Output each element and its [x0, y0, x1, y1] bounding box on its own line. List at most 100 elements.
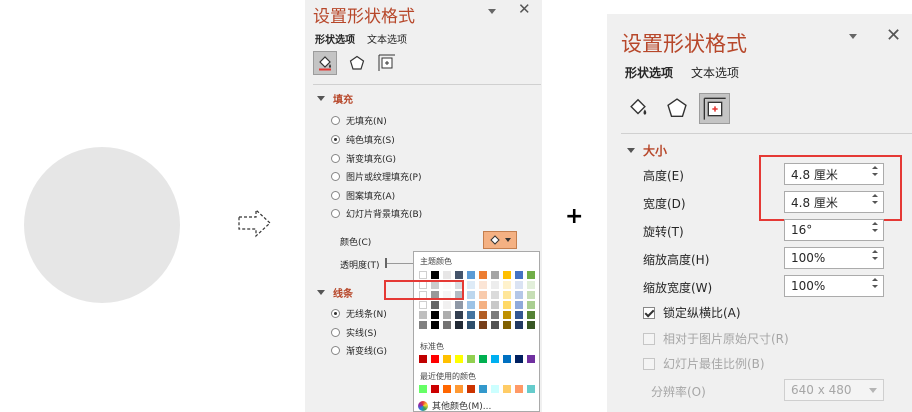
theme-color-swatch[interactable]	[467, 301, 475, 309]
theme-color-swatch[interactable]	[527, 291, 535, 299]
theme-color-swatch[interactable]	[503, 321, 511, 329]
recent-color-swatch[interactable]	[527, 385, 535, 393]
theme-color-swatch[interactable]	[479, 281, 487, 289]
radio-gradient-line[interactable]: 渐变线(G)	[331, 344, 387, 357]
theme-color-swatch[interactable]	[503, 291, 511, 299]
size-properties-icon[interactable]	[699, 93, 730, 124]
more-colors-item[interactable]: 其他颜色(M)...	[418, 399, 491, 412]
standard-color-swatch[interactable]	[419, 355, 427, 363]
line-section-header[interactable]: 线条	[317, 285, 353, 300]
theme-color-swatch[interactable]	[467, 291, 475, 299]
theme-color-swatch[interactable]	[455, 301, 463, 309]
standard-color-swatch[interactable]	[431, 355, 439, 363]
standard-color-swatch[interactable]	[455, 355, 463, 363]
theme-color-swatch[interactable]	[431, 301, 439, 309]
standard-color-swatch[interactable]	[467, 355, 475, 363]
recent-color-swatch[interactable]	[467, 385, 475, 393]
theme-color-swatch[interactable]	[479, 301, 487, 309]
theme-color-swatch[interactable]	[419, 311, 427, 319]
recent-color-swatch[interactable]	[443, 385, 451, 393]
tab-text-options[interactable]: 文本选项	[367, 31, 407, 46]
scale-width-input[interactable]: 100%	[784, 275, 884, 297]
effects-pentagon-icon[interactable]	[345, 51, 369, 75]
transparency-slider-thumb[interactable]	[385, 258, 387, 268]
radio-slide-bg-fill[interactable]: 幻灯片背景填充(B)	[331, 207, 422, 220]
recent-color-swatch[interactable]	[515, 385, 523, 393]
effects-pentagon-icon[interactable]	[662, 93, 692, 123]
close-icon[interactable]: ✕	[886, 27, 901, 45]
theme-color-swatch[interactable]	[491, 301, 499, 309]
recent-color-swatch[interactable]	[491, 385, 499, 393]
theme-color-swatch[interactable]	[527, 311, 535, 319]
theme-color-swatch[interactable]	[479, 291, 487, 299]
close-icon[interactable]: ✕	[518, 2, 531, 17]
theme-color-swatch[interactable]	[479, 271, 487, 279]
fill-line-icon[interactable]	[313, 51, 337, 75]
standard-color-swatch[interactable]	[527, 355, 535, 363]
scale-height-input[interactable]: 100%	[784, 247, 884, 269]
recent-color-swatch[interactable]	[419, 385, 427, 393]
standard-color-swatch[interactable]	[515, 355, 523, 363]
circle-shape[interactable]	[24, 147, 180, 303]
theme-color-swatch[interactable]	[515, 291, 523, 299]
theme-color-swatch[interactable]	[503, 281, 511, 289]
radio-picture-fill[interactable]: 图片或纹理填充(P)	[331, 170, 421, 183]
pane-options-icon[interactable]	[849, 34, 857, 39]
size-properties-icon[interactable]	[375, 51, 399, 75]
theme-color-swatch[interactable]	[527, 281, 535, 289]
theme-color-swatch[interactable]	[503, 311, 511, 319]
theme-color-swatch[interactable]	[515, 271, 523, 279]
theme-color-swatch[interactable]	[467, 281, 475, 289]
theme-color-swatch[interactable]	[491, 321, 499, 329]
standard-color-swatch[interactable]	[503, 355, 511, 363]
theme-color-swatch[interactable]	[455, 311, 463, 319]
theme-color-swatch[interactable]	[419, 321, 427, 329]
theme-color-swatch[interactable]	[467, 311, 475, 319]
radio-no-line[interactable]: 无线条(N)	[331, 307, 387, 320]
theme-color-swatch[interactable]	[527, 271, 535, 279]
tab-shape-options[interactable]: 形状选项	[625, 64, 673, 81]
recent-color-swatch[interactable]	[479, 385, 487, 393]
theme-color-swatch[interactable]	[443, 271, 451, 279]
size-section-header[interactable]: 大小	[627, 142, 667, 159]
fill-line-icon[interactable]	[623, 93, 653, 123]
theme-color-swatch[interactable]	[515, 281, 523, 289]
theme-color-swatch[interactable]	[443, 311, 451, 319]
theme-color-swatch[interactable]	[419, 271, 427, 279]
transparency-slider-track[interactable]	[385, 263, 413, 264]
theme-color-swatch[interactable]	[467, 271, 475, 279]
theme-color-swatch[interactable]	[503, 301, 511, 309]
theme-color-swatch[interactable]	[443, 321, 451, 329]
fill-color-button[interactable]	[483, 231, 517, 249]
theme-color-swatch[interactable]	[455, 321, 463, 329]
theme-color-swatch[interactable]	[515, 301, 523, 309]
theme-color-swatch[interactable]	[491, 291, 499, 299]
radio-gradient-fill[interactable]: 渐变填充(G)	[331, 152, 396, 165]
best-scale-checkbox[interactable]: 幻灯片最佳比例(B)	[643, 355, 765, 372]
spinner-arrows-icon[interactable]	[872, 250, 878, 260]
theme-color-swatch[interactable]	[479, 321, 487, 329]
resolution-select[interactable]: 640 x 480	[784, 379, 884, 401]
theme-color-swatch[interactable]	[491, 271, 499, 279]
radio-no-fill[interactable]: 无填充(N)	[331, 114, 387, 127]
theme-color-swatch[interactable]	[515, 321, 523, 329]
theme-color-swatch[interactable]	[431, 311, 439, 319]
theme-color-swatch[interactable]	[491, 281, 499, 289]
theme-color-swatch[interactable]	[527, 321, 535, 329]
theme-color-swatch[interactable]	[503, 271, 511, 279]
recent-color-swatch[interactable]	[455, 385, 463, 393]
tab-text-options[interactable]: 文本选项	[691, 64, 739, 81]
theme-color-swatch[interactable]	[467, 321, 475, 329]
tab-shape-options[interactable]: 形状选项	[315, 31, 355, 46]
theme-color-swatch[interactable]	[443, 301, 451, 309]
standard-color-swatch[interactable]	[491, 355, 499, 363]
theme-color-swatch[interactable]	[527, 301, 535, 309]
relative-original-checkbox[interactable]: 相对于图片原始尺寸(R)	[643, 330, 789, 347]
recent-color-swatch[interactable]	[503, 385, 511, 393]
radio-pattern-fill[interactable]: 图案填充(A)	[331, 189, 395, 202]
theme-color-swatch[interactable]	[479, 311, 487, 319]
theme-color-swatch[interactable]	[515, 311, 523, 319]
lock-aspect-checkbox[interactable]: 锁定纵横比(A)	[643, 304, 741, 321]
recent-color-swatch[interactable]	[431, 385, 439, 393]
theme-color-swatch[interactable]	[431, 271, 439, 279]
